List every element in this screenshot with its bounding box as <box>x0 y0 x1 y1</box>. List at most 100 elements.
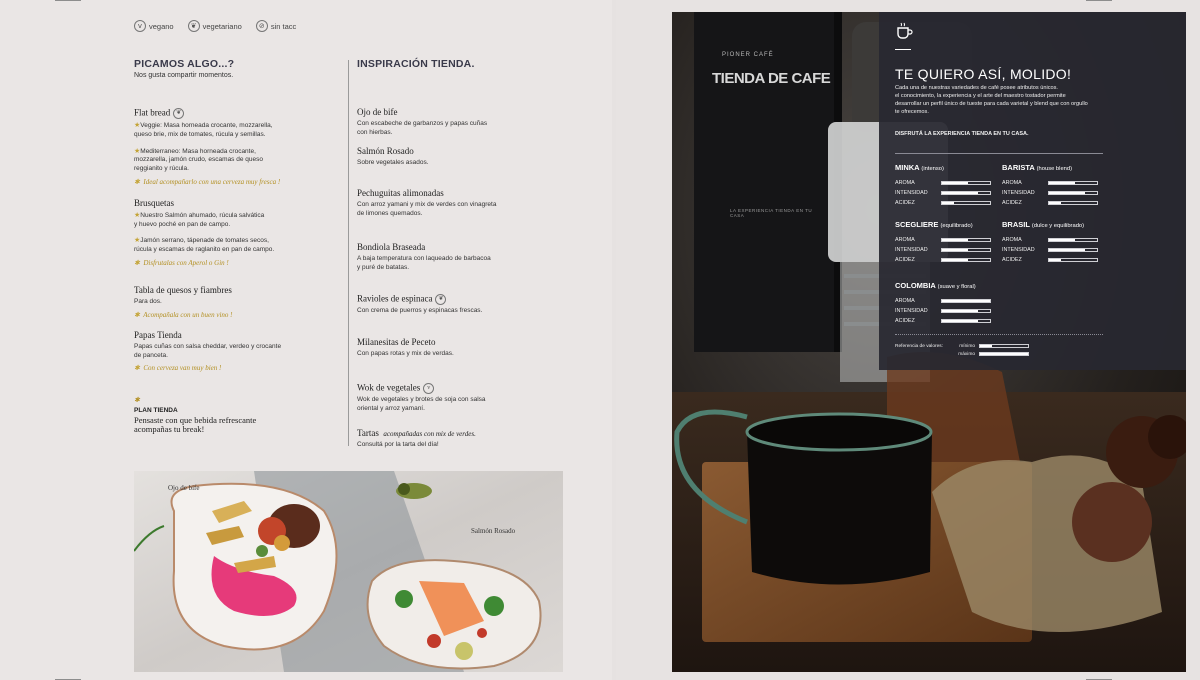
dish-name: Wok de vegetales <box>357 382 421 393</box>
attribute-label: AROMA <box>895 298 915 304</box>
menu-item-ravioles: Ravioles de espinaca ❦ Con crema de puerr… <box>357 294 527 316</box>
section-title: INSPIRACIÓN TIENDA. <box>357 58 475 70</box>
attribute-label: INTENSIDAD <box>895 190 928 196</box>
attribute-label: ACIDEZ <box>895 257 915 263</box>
attribute-bar <box>1048 258 1098 262</box>
attribute-label: AROMA <box>1002 180 1022 186</box>
coffee-cup-icon <box>897 22 913 39</box>
star-icon: ✱ <box>134 396 140 404</box>
legend-vegetarian: ❦ vegetariano <box>187 20 242 32</box>
menu-item-pechuguitas: Pechuguitas alimonadas Con arroz yamani … <box>357 188 527 218</box>
attribute-bar-fill <box>942 192 978 194</box>
vegetarian-icon: ❦ <box>173 108 185 119</box>
attribute-label: ACIDEZ <box>895 318 915 324</box>
dish-description: Con papas rotas y mix de verdas. <box>357 349 454 357</box>
reference-min-label: mínimo <box>959 343 975 349</box>
attribute-bar <box>941 258 991 262</box>
star-icon: ✱ <box>134 310 140 319</box>
dish-description: Wok de vegetales y brotes de soja con sa… <box>357 396 486 412</box>
menu-column-mains: INSPIRACIÓN TIENDA. Ojo de bife Con esca… <box>357 58 517 448</box>
reference-max-label: máximo <box>958 351 975 357</box>
attribute-bar <box>1048 181 1098 185</box>
attribute-bar-fill <box>942 310 978 312</box>
dish-name: Tartas <box>357 428 379 438</box>
panel-divider <box>895 153 1103 154</box>
dish-name: Papas Tienda <box>134 330 182 340</box>
pairing-hint: ✱ Ideal acompañarlo con una cerveza muy … <box>134 177 281 186</box>
star-icon: ✱ <box>134 258 140 267</box>
dish-description: ★Mediterraneo: Masa horneada crocante, mo… <box>134 147 263 173</box>
attribute-label: INTENSIDAD <box>895 247 928 253</box>
blend-card: BARISTA (house blend) AROMA INTENSIDAD ACID… <box>1002 163 1107 208</box>
attribute-bar <box>941 191 991 195</box>
dish-name-extra: acompañadas con mix de verdes. <box>383 430 476 438</box>
blend-card: BRASIL (dulce y equilibrado) AROMA INTENSI… <box>1002 220 1107 265</box>
crop-mark <box>55 0 81 1</box>
attribute-label: AROMA <box>1002 237 1022 243</box>
attribute-bar <box>941 299 991 303</box>
dish-name: Brusquetas <box>134 198 174 208</box>
attribute-bar-fill <box>942 300 990 302</box>
attribute-label: AROMA <box>895 237 915 243</box>
attribute-bar-fill <box>1049 182 1076 184</box>
pairing-hint: ✱ Con cerveza van muy bien ! <box>134 364 222 373</box>
star-icon: ✱ <box>134 177 140 186</box>
attribute-bar <box>941 201 991 205</box>
package-small-text: PIONER CAFÉ <box>722 52 774 58</box>
attribute-bar <box>1048 238 1098 242</box>
attribute-bar-fill <box>942 239 969 241</box>
package-tagline: LA EXPERIENCIA TIENDA EN TU CASA <box>730 208 813 218</box>
dish-description: A baja temperatura con laqueado de barba… <box>357 254 491 271</box>
attribute-bar <box>941 181 991 185</box>
left-page: v vegano ❦ vegetariano ⊘ sin tacc PICAMOS A… <box>0 0 612 680</box>
menu-column-snacks: PICAMOS ALGO...? Nos gusta compartir mom… <box>134 58 294 434</box>
attribute-row: ACIDEZ <box>895 316 1000 326</box>
dish-name: Pechuguitas alimonadas <box>357 188 444 198</box>
dish-description: ★Nuestro Salmón ahumado, rúcula salvátic… <box>134 211 265 228</box>
menu-item-ojo-de-bife: Ojo de bife Con escabeche de garbanzos y… <box>357 107 527 137</box>
food-photo: Ojo de bife Salmón Rosado <box>134 471 563 672</box>
blend-name: COLOMBIA (suave y floral) <box>895 281 976 290</box>
panel-title: TE QUIERO ASÍ, MOLIDO! <box>895 66 1072 82</box>
blend-card: SCEGLIERE (equilibrado) AROMA INTENSIDAD AC… <box>895 220 1000 265</box>
crop-mark <box>1086 0 1112 1</box>
dish-description: Con escabeche de garbanzos y papas cuñas… <box>357 119 488 136</box>
blend-card: COLOMBIA (suave y floral) AROMA INTENSIDAD… <box>895 281 1000 326</box>
attribute-row: ACIDEZ <box>1002 255 1107 265</box>
vegetarian-icon: ❦ <box>187 20 200 32</box>
dish-description: Sobre vegetales asados. <box>357 158 429 166</box>
attribute-bar-fill <box>942 182 969 184</box>
attribute-bar-fill <box>942 320 978 322</box>
blend-name: SCEGLIERE (equilibrado) <box>895 220 973 229</box>
plan-text: Pensaste con que bebida refrescante acomp… <box>134 414 257 435</box>
attribute-row: INTENSIDAD <box>895 245 1000 255</box>
menu-item-wok: Wok de vegetales v Wok de vegetales y bro… <box>357 383 527 414</box>
attribute-row: ACIDEZ <box>895 198 1000 208</box>
attribute-bar <box>1048 191 1098 195</box>
menu-item-brusquetas: Brusquetas ★Nuestro Salmón ahumado, rúcu… <box>134 198 304 267</box>
attribute-bar <box>941 238 991 242</box>
attribute-label: INTENSIDAD <box>1002 190 1035 196</box>
dish-description: ★Jamón serrano, tápenade de tomates seco… <box>134 237 275 254</box>
menu-item-tartas: Tartas acompañadas con mix de verdes. Co… <box>357 428 537 450</box>
package-brand: TIENDA DE CAFE <box>712 70 831 87</box>
dish-description: Con arroz yamani y mix de verdes con vin… <box>357 200 497 217</box>
dish-description: Con crema de puerros y espinacas frescas… <box>357 307 483 314</box>
blend-name: MINKA (intenso) <box>895 163 944 172</box>
reference-min-bar <box>979 344 1029 348</box>
blend-card: MINKA (intenso) AROMA INTENSIDAD ACIDEZ <box>895 163 1000 208</box>
attribute-row: AROMA <box>895 178 1000 188</box>
value-reference: Referencia de valores: mínimo máximo <box>895 342 1055 358</box>
attribute-bar <box>1048 248 1098 252</box>
vegan-icon: v <box>423 383 435 394</box>
food-illustration <box>134 471 563 672</box>
dish-description: ★Veggie: Masa horneada crocante, mozzare… <box>134 122 273 138</box>
attribute-row: INTENSIDAD <box>895 306 1000 316</box>
attribute-label: ACIDEZ <box>1002 200 1022 206</box>
plan-tienda: ✱ PLAN TIENDA Pensaste con que bebida re… <box>134 396 304 434</box>
legend-gluten-free: ⊘ sin tacc <box>255 20 296 32</box>
vegetarian-icon: ❦ <box>435 294 447 305</box>
panel-cta: DISFRUTÁ LA EXPERIENCIA TIENDA EN TU CAS… <box>895 131 1029 137</box>
panel-description: Cada una de nuestras variedades de café … <box>895 85 1088 116</box>
menu-item-salmon: Salmón Rosado Sobre vegetales asados. <box>357 146 527 168</box>
